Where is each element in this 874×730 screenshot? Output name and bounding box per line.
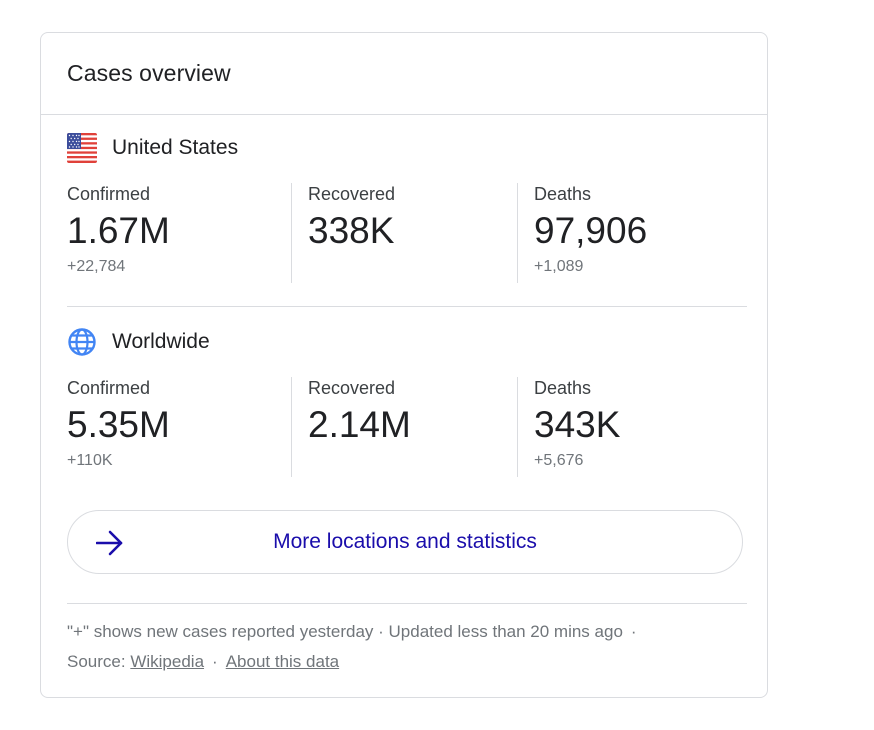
stat-value: 97,906 [534, 210, 648, 251]
footer-line-2: Source: Wikipedia · About this data [67, 647, 747, 677]
more-locations-label: More locations and statistics [273, 530, 537, 553]
stat-value: 338K [308, 210, 395, 251]
stat-deaths: Deaths 343K +5,676 [517, 377, 747, 477]
arrow-right-icon [95, 529, 124, 557]
stat-confirmed: Confirmed 1.67M +22,784 [67, 183, 291, 283]
us-flag-icon [67, 133, 97, 163]
footer-dot: · [630, 622, 637, 641]
stat-value: 1.67M [67, 210, 170, 251]
wikipedia-link[interactable]: Wikipedia [130, 652, 204, 671]
stat-label: Recovered [308, 184, 396, 204]
cases-overview-card: Cases overview United States Confirmed 1… [40, 32, 768, 698]
footer-line-1: "+" shows new cases reported yesterday ·… [67, 617, 747, 647]
stat-label: Confirmed [67, 378, 151, 398]
about-this-data-link[interactable]: About this data [226, 652, 339, 671]
stat-delta: +110K [67, 452, 113, 469]
section-worldwide: Worldwide Confirmed 5.35M +110K Recovere… [67, 325, 747, 477]
stat-value: 5.35M [67, 404, 170, 445]
location-row: Worldwide [67, 325, 747, 359]
stats-row: Confirmed 1.67M +22,784 Recovered 338K D… [67, 183, 747, 283]
stat-delta: +5,676 [534, 452, 584, 469]
stat-label: Recovered [308, 378, 396, 398]
stat-label: Deaths [534, 184, 592, 204]
stat-confirmed: Confirmed 5.35M +110K [67, 377, 291, 477]
location-row: United States [67, 131, 747, 165]
card-title: Cases overview [67, 60, 231, 86]
section-united-states: United States Confirmed 1.67M +22,784 Re… [67, 131, 747, 283]
card-header: Cases overview [41, 33, 767, 115]
footer: "+" shows new cases reported yesterday ·… [67, 617, 747, 677]
footer-divider [67, 603, 747, 604]
section-divider [67, 306, 747, 307]
globe-icon [67, 327, 97, 357]
stat-recovered: Recovered 2.14M [291, 377, 517, 477]
stat-delta: +1,089 [534, 258, 584, 275]
stat-label: Confirmed [67, 184, 151, 204]
stat-recovered: Recovered 338K [291, 183, 517, 283]
location-name: Worldwide [112, 330, 210, 353]
stat-delta: +22,784 [67, 258, 126, 275]
stat-value: 343K [534, 404, 621, 445]
stat-deaths: Deaths 97,906 +1,089 [517, 183, 747, 283]
more-locations-button[interactable]: More locations and statistics [67, 510, 743, 574]
stat-value: 2.14M [308, 404, 411, 445]
footer-dot: · [212, 652, 218, 671]
location-name: United States [112, 136, 239, 159]
footer-note: "+" shows new cases reported yesterday ·… [67, 622, 623, 641]
stat-label: Deaths [534, 378, 592, 398]
source-label: Source: [67, 652, 126, 671]
stats-row: Confirmed 5.35M +110K Recovered 2.14M De… [67, 377, 747, 477]
